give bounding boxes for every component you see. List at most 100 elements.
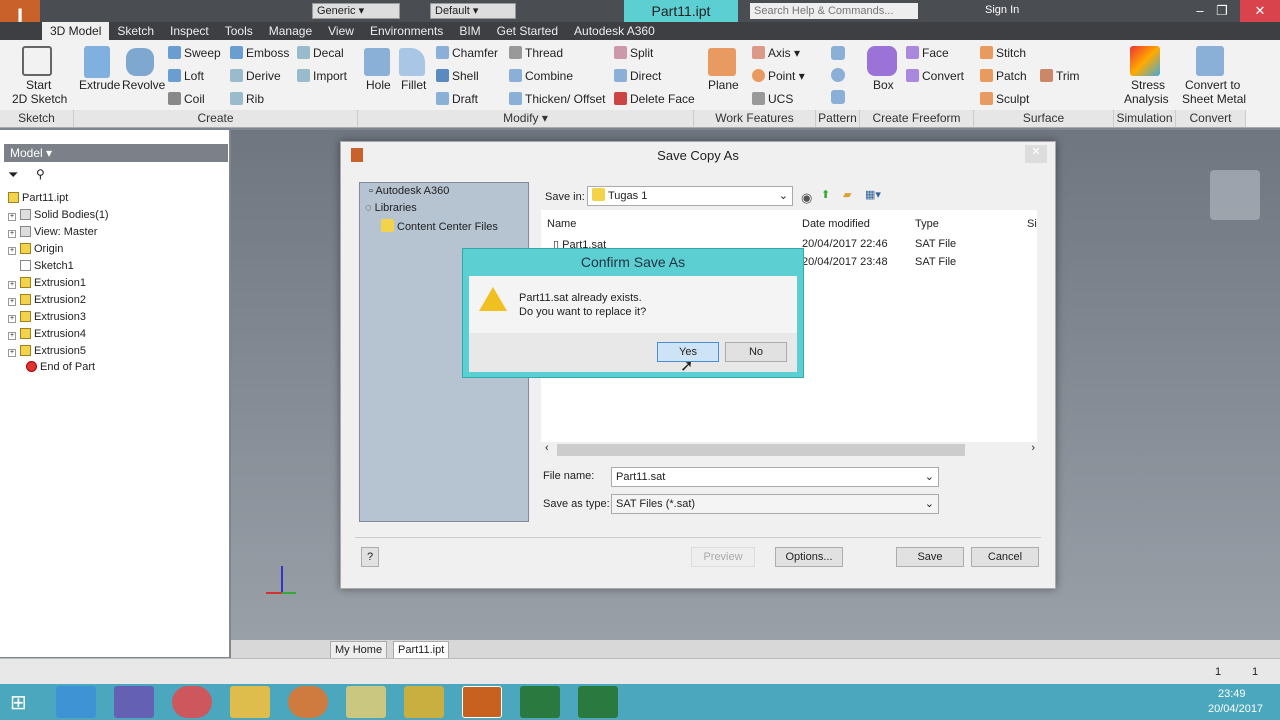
combine-button[interactable]: Combine: [509, 69, 573, 83]
workspace-select[interactable]: Generic ▾: [312, 3, 400, 19]
location-a360[interactable]: ▫ Autodesk A360: [369, 185, 449, 197]
tab-manage[interactable]: Manage: [261, 22, 320, 40]
thicken-offset-button[interactable]: Thicken/ Offset: [509, 92, 605, 106]
app-icon[interactable]: [404, 686, 444, 718]
firefox-icon[interactable]: [288, 686, 328, 718]
face-button[interactable]: Face: [906, 46, 949, 60]
stitch-button[interactable]: Stitch: [980, 46, 1026, 60]
viewcube-icon[interactable]: [1210, 170, 1260, 220]
restore-button[interactable]: ❐: [1206, 0, 1238, 22]
location-content-center[interactable]: Content Center Files: [381, 219, 498, 233]
camtasia-icon[interactable]: [520, 686, 560, 718]
shell-button[interactable]: Shell: [436, 69, 479, 83]
convert-freeform-button[interactable]: Convert: [906, 69, 964, 83]
emboss-button[interactable]: Emboss: [230, 46, 289, 60]
tree-item-sketch1[interactable]: Sketch1: [8, 260, 74, 272]
no-button[interactable]: No: [725, 342, 787, 362]
dialog-close-button[interactable]: ✕: [1025, 145, 1047, 163]
loft-button[interactable]: Loft: [168, 69, 204, 83]
view-menu-icon[interactable]: ▦▾: [865, 188, 881, 201]
chamfer-button[interactable]: Chamfer: [436, 46, 498, 60]
axis-button[interactable]: Axis ▾: [752, 46, 800, 60]
tab-3d-model[interactable]: 3D Model: [42, 22, 110, 40]
tree-item-view[interactable]: + View: Master: [8, 226, 97, 238]
expand-icon[interactable]: +: [8, 230, 16, 238]
save-button[interactable]: Save: [896, 547, 964, 567]
inventor-taskbar-icon[interactable]: [462, 686, 502, 718]
point-button[interactable]: Point ▾: [752, 69, 805, 83]
direct-button[interactable]: Direct: [614, 69, 661, 83]
fillet-button[interactable]: Fillet: [401, 78, 426, 92]
expand-icon[interactable]: +: [8, 213, 16, 221]
cancel-button[interactable]: Cancel: [971, 547, 1039, 567]
location-libraries[interactable]: ◌ Libraries: [365, 202, 417, 214]
chrome-icon[interactable]: [172, 686, 212, 718]
tab-part11[interactable]: Part11.ipt: [393, 641, 450, 659]
tree-item-end-of-part[interactable]: End of Part: [8, 361, 95, 373]
tree-item-extrusion4[interactable]: + Extrusion4: [8, 328, 86, 340]
extrude-button[interactable]: Extrude: [79, 78, 120, 92]
tree-item-extrusion3[interactable]: + Extrusion3: [8, 311, 86, 323]
camtasia-recorder-icon[interactable]: [578, 686, 618, 718]
expand-icon[interactable]: +: [8, 315, 16, 323]
help-button[interactable]: ?: [361, 547, 379, 567]
decal-button[interactable]: Decal: [297, 46, 344, 60]
start-icon[interactable]: ⊞: [10, 690, 27, 715]
tab-tools[interactable]: Tools: [217, 22, 261, 40]
draft-button[interactable]: Draft: [436, 92, 478, 106]
column-name[interactable]: Name: [547, 218, 576, 230]
tree-item-origin[interactable]: + Origin: [8, 243, 63, 255]
plane-button[interactable]: Plane: [708, 78, 739, 92]
search-input[interactable]: Search Help & Commands...: [750, 3, 918, 19]
column-type[interactable]: Type: [915, 218, 939, 230]
import-button[interactable]: Import: [297, 69, 347, 83]
file-explorer-icon[interactable]: [230, 686, 270, 718]
find-icon[interactable]: ⚲: [36, 167, 45, 181]
patch-button[interactable]: Patch: [980, 69, 1027, 83]
tab-view[interactable]: View: [320, 22, 362, 40]
tab-inspect[interactable]: Inspect: [162, 22, 217, 40]
expand-icon[interactable]: +: [8, 247, 16, 255]
sculpt-button[interactable]: Sculpt: [980, 92, 1029, 106]
revolve-button[interactable]: Revolve: [122, 78, 165, 92]
tab-autodesk-a360[interactable]: Autodesk A360: [566, 22, 663, 40]
mirror-icon[interactable]: [831, 90, 845, 104]
thread-button[interactable]: Thread: [509, 46, 563, 60]
tab-environments[interactable]: Environments: [362, 22, 451, 40]
panel-modify[interactable]: Modify ▾: [358, 110, 694, 127]
split-button[interactable]: Split: [614, 46, 653, 60]
delete-face-button[interactable]: Delete Face: [614, 92, 695, 106]
rectangular-pattern-icon[interactable]: [831, 46, 845, 60]
expand-icon[interactable]: +: [8, 332, 16, 340]
sweep-button[interactable]: Sweep: [168, 46, 221, 60]
tab-my-home[interactable]: My Home: [330, 641, 388, 659]
sign-in-button[interactable]: Sign In: [985, 4, 1019, 16]
preview-button[interactable]: Preview: [691, 547, 755, 567]
folder-icon[interactable]: [346, 686, 386, 718]
start-2d-sketch-button[interactable]: Start: [26, 78, 51, 92]
tab-sketch[interactable]: Sketch: [109, 22, 162, 40]
coil-button[interactable]: Coil: [168, 92, 205, 106]
model-browser-header[interactable]: Model ▾: [4, 144, 228, 162]
filter-icon[interactable]: ⏷: [8, 167, 18, 183]
tree-item-solid-bodies[interactable]: + Solid Bodies(1): [8, 209, 109, 221]
stress-analysis-button[interactable]: Stress: [1131, 78, 1165, 92]
box-button[interactable]: Box: [873, 78, 894, 92]
horizontal-scrollbar[interactable]: ‹ ›: [545, 442, 1035, 456]
file-name-input[interactable]: Part11.sat ⌄: [611, 467, 939, 487]
tree-item-part[interactable]: Part11.ipt: [8, 192, 68, 204]
expand-icon[interactable]: +: [8, 349, 16, 357]
tree-item-extrusion5[interactable]: + Extrusion5: [8, 345, 86, 357]
derive-button[interactable]: Derive: [230, 69, 281, 83]
tree-item-extrusion1[interactable]: + Extrusion1: [8, 277, 86, 289]
tab-get-started[interactable]: Get Started: [489, 22, 566, 40]
up-folder-icon[interactable]: ⬆: [821, 188, 830, 201]
save-in-select[interactable]: Tugas 1 ⌄: [587, 186, 793, 206]
new-folder-icon[interactable]: ▰: [843, 188, 851, 201]
save-as-type-select[interactable]: SAT Files (*.sat) ⌄: [611, 494, 939, 514]
internet-explorer-icon[interactable]: [56, 686, 96, 718]
tree-item-extrusion2[interactable]: + Extrusion2: [8, 294, 86, 306]
rib-button[interactable]: Rib: [230, 92, 264, 106]
column-size[interactable]: Si: [1027, 218, 1037, 230]
appearance-select[interactable]: Default ▾: [430, 3, 516, 19]
